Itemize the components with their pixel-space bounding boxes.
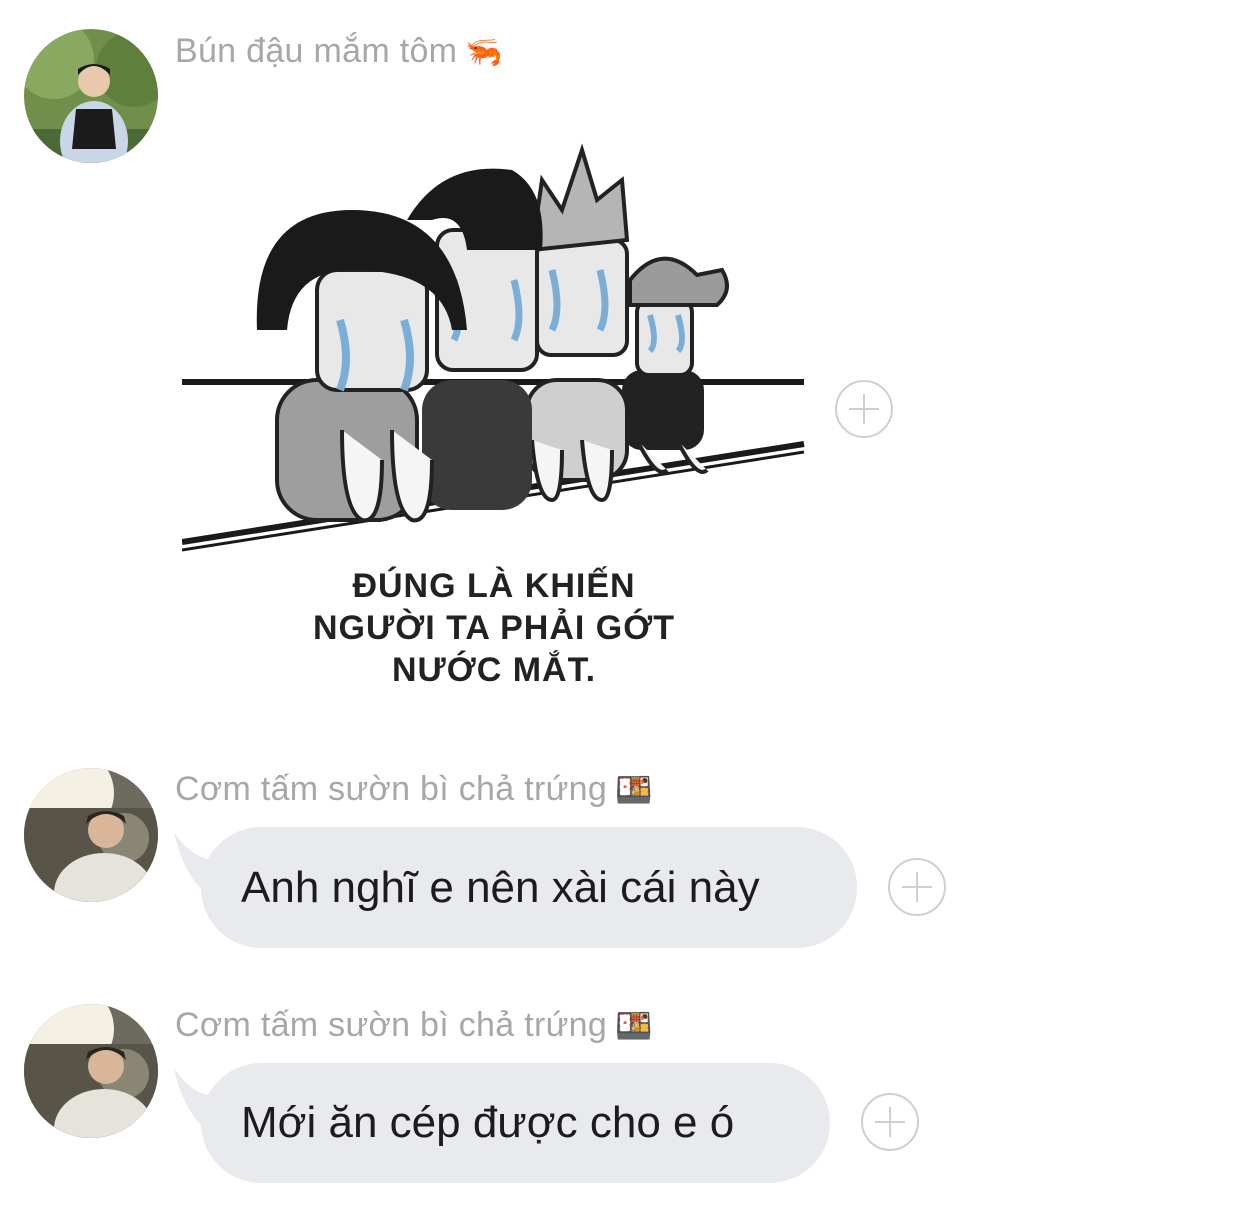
sender-name: Cơm tấm sườn bì chả trứng 🍱 xyxy=(175,770,653,809)
avatar[interactable] xyxy=(24,768,158,902)
sender-name: Bún đậu mắm tôm 🦐 xyxy=(175,32,503,71)
message-bubble[interactable]: Mới ăn cép được cho e ó xyxy=(201,1063,830,1183)
add-reaction-button[interactable] xyxy=(861,1093,919,1151)
sticker-caption: ĐÚNG LÀ KHIẾN NGƯỜI TA PHẢI GỚT NƯỚC MẮT… xyxy=(182,565,806,691)
bento-box-emoji-icon: 🍱 xyxy=(615,773,653,808)
avatar[interactable] xyxy=(24,29,158,163)
sender-name: Cơm tấm sườn bì chả trứng 🍱 xyxy=(175,1006,653,1045)
sender-name-text: Bún đậu mắm tôm xyxy=(175,32,458,70)
add-reaction-button[interactable] xyxy=(835,380,893,438)
sender-name-text: Cơm tấm sườn bì chả trứng xyxy=(175,770,608,808)
sticker-caption-line: NƯỚC MẮT. xyxy=(391,651,597,689)
add-reaction-button[interactable] xyxy=(888,858,946,916)
message-text: Mới ăn cép được cho e ó xyxy=(241,1098,735,1147)
message-text: Anh nghĩ e nên xài cái này xyxy=(241,862,760,912)
bento-box-emoji-icon: 🍱 xyxy=(615,1009,653,1044)
sticker-caption-line: ĐÚNG LÀ KHIẾN xyxy=(352,567,636,605)
shrimp-emoji-icon: 🦐 xyxy=(465,35,503,70)
avatar[interactable] xyxy=(24,1004,158,1138)
message-bubble[interactable]: Anh nghĩ e nên xài cái này xyxy=(201,827,857,948)
sender-name-text: Cơm tấm sườn bì chả trứng xyxy=(175,1006,608,1044)
sticker-caption-line: NGƯỜI TA PHẢI GỚT xyxy=(313,609,675,647)
